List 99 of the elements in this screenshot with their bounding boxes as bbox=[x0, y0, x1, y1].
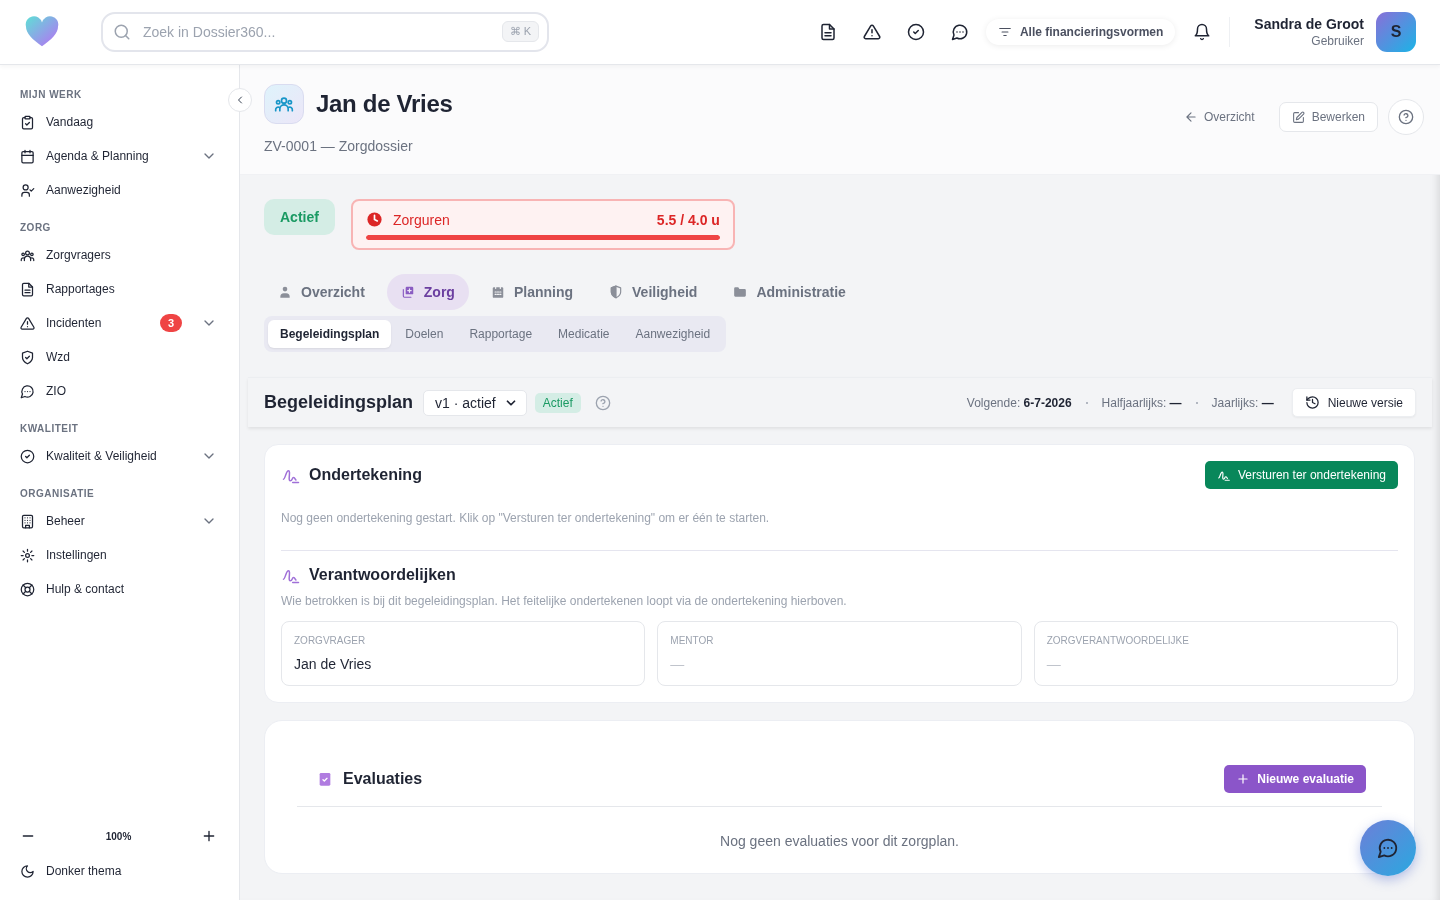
person-icon bbox=[278, 285, 292, 299]
subtab[interactable]: Doelen bbox=[393, 320, 456, 348]
user-role: Gebruiker bbox=[1311, 34, 1364, 48]
edit-icon bbox=[1291, 110, 1305, 124]
section-heading: ZORG bbox=[19, 221, 52, 235]
hours-label: Zorguren bbox=[392, 211, 451, 228]
people-icon bbox=[264, 84, 304, 124]
shield-icon bbox=[20, 349, 35, 365]
clipboard-icon bbox=[317, 771, 333, 787]
chat-icon[interactable] bbox=[950, 23, 969, 41]
copy-plus-icon bbox=[400, 285, 415, 299]
moon-icon bbox=[20, 863, 35, 879]
role-value: — bbox=[670, 656, 686, 672]
tab[interactable]: Veiligheid bbox=[595, 274, 712, 310]
nav-item[interactable]: Kwaliteit & Veiligheid bbox=[0, 439, 239, 473]
count-badge: 3 bbox=[159, 314, 182, 332]
review-date: Halfjaarlijks: — bbox=[1101, 395, 1182, 410]
people-icon bbox=[20, 247, 35, 263]
new-version-button[interactable]: Nieuwe versie bbox=[1291, 388, 1416, 417]
status-badge: Actief bbox=[534, 392, 581, 413]
tab[interactable]: Zorg bbox=[386, 274, 469, 310]
role-label: ZORGVERANTWOORDELIJKE bbox=[1046, 635, 1190, 646]
nav-item[interactable]: Agenda & Planning bbox=[0, 139, 239, 173]
section-title: Ondertekening bbox=[309, 466, 422, 484]
heart-logo-icon[interactable] bbox=[25, 16, 59, 48]
tab[interactable]: Planning bbox=[476, 274, 588, 310]
nav-item[interactable]: Hulp & contact bbox=[0, 572, 239, 606]
subtab[interactable]: Rapportage bbox=[457, 320, 545, 348]
dark-theme-toggle[interactable]: Donker thema bbox=[0, 854, 239, 888]
subtab[interactable]: Aanwezigheid bbox=[623, 320, 723, 348]
clock-icon bbox=[365, 211, 383, 228]
nav-item[interactable]: Rapportages bbox=[0, 272, 239, 306]
back-link[interactable]: Overzicht bbox=[1177, 109, 1261, 125]
version-select[interactable]: v1 · actief bbox=[423, 389, 527, 416]
user-avatar[interactable]: S bbox=[1376, 12, 1416, 52]
warning-icon[interactable] bbox=[862, 23, 881, 41]
empty-message: Nog geen ondertekening gestart. Klik op "Versturen ter ondertekening" om er één te starten. bbox=[281, 511, 771, 525]
check-circle-icon bbox=[20, 448, 35, 464]
zoom-in-icon[interactable] bbox=[201, 828, 217, 844]
history-icon bbox=[1304, 395, 1320, 410]
section-description: Wie betrokken is bij dit begeleidingsplan. Het feitelijke ondertekenen loopt via de ondertekening hierboven. bbox=[281, 594, 848, 608]
document-icon[interactable] bbox=[818, 23, 837, 41]
settings-icon bbox=[20, 547, 35, 563]
send-for-signing-button[interactable]: Versturen ter ondertekening bbox=[1204, 461, 1398, 489]
zoom-level: 100% bbox=[105, 830, 132, 842]
edit-button[interactable]: Bewerken bbox=[1278, 102, 1378, 132]
document-icon bbox=[20, 281, 35, 297]
client-subtitle: ZV-0001 — Zorgdossier bbox=[264, 138, 414, 154]
nav-item[interactable]: Wzd bbox=[0, 340, 239, 374]
section-heading: ORGANISATIE bbox=[19, 487, 96, 501]
review-date: Jaarlijks: — bbox=[1211, 395, 1274, 410]
shield-icon bbox=[609, 285, 624, 299]
role-label: MENTOR bbox=[670, 635, 715, 646]
warning-icon bbox=[20, 315, 35, 331]
subtab[interactable]: Begeleidingsplan bbox=[268, 320, 392, 348]
folder-icon bbox=[733, 285, 748, 299]
nav-item[interactable]: Zorgvragers bbox=[0, 238, 239, 272]
user-name: Sandra de Groot bbox=[1254, 16, 1364, 32]
role-label: ZORGVRAGER bbox=[294, 635, 367, 646]
plan-title: Begeleidingsplan bbox=[264, 392, 414, 413]
calendar-icon bbox=[490, 285, 505, 299]
subtab[interactable]: Medicatie bbox=[546, 320, 622, 348]
calendar-icon bbox=[20, 148, 35, 164]
nav-item[interactable]: Instellingen bbox=[0, 538, 239, 572]
client-name: Jan de Vries bbox=[316, 90, 453, 118]
section-title: Evaluaties bbox=[343, 770, 423, 788]
review-date: Volgende: 6-7-2026 bbox=[966, 395, 1072, 410]
section-title: Verantwoordelijken bbox=[309, 566, 456, 584]
notifications-icon[interactable] bbox=[1193, 23, 1212, 41]
filter-icon bbox=[997, 25, 1012, 39]
shortcut-hint: ⌘ K bbox=[501, 21, 539, 42]
status-badge: Actief bbox=[264, 199, 335, 235]
role-value: — bbox=[1046, 656, 1062, 672]
building-icon bbox=[20, 513, 35, 529]
tab[interactable]: Administratie bbox=[719, 274, 860, 310]
nav-item[interactable]: Aanwezigheid bbox=[0, 173, 239, 207]
arrow-left-icon bbox=[1183, 110, 1198, 124]
clipboard-icon bbox=[20, 114, 35, 130]
user-check-icon bbox=[20, 182, 35, 198]
funding-filter-button[interactable]: Alle financieringsvormen bbox=[985, 19, 1176, 45]
search-icon bbox=[113, 23, 131, 41]
nav-item[interactable]: Incidenten 3 bbox=[0, 306, 239, 340]
nav-item[interactable]: Beheer bbox=[0, 504, 239, 538]
chat-icon bbox=[20, 383, 35, 399]
new-evaluation-button[interactable]: Nieuwe evaluatie bbox=[1224, 765, 1366, 793]
nav-item[interactable]: ZIO bbox=[0, 374, 239, 408]
section-heading: MIJN WERK bbox=[19, 88, 83, 102]
hours-reading: 5.5 / 4.0 u bbox=[656, 211, 720, 228]
role-value: Jan de Vries bbox=[294, 656, 373, 672]
plus-icon bbox=[1236, 772, 1251, 786]
chat-icon bbox=[1377, 837, 1399, 859]
section-heading: KWALITEIT bbox=[19, 422, 80, 436]
tab[interactable]: Overzicht bbox=[264, 274, 379, 310]
help-icon bbox=[1398, 109, 1414, 125]
empty-message: Nog geen evaluaties voor dit zorgplan. bbox=[719, 833, 960, 849]
lifebuoy-icon bbox=[20, 581, 35, 597]
help-button[interactable] bbox=[1388, 99, 1424, 135]
nav-item[interactable]: Vandaag bbox=[0, 105, 239, 139]
check-circle-icon[interactable] bbox=[906, 23, 925, 41]
